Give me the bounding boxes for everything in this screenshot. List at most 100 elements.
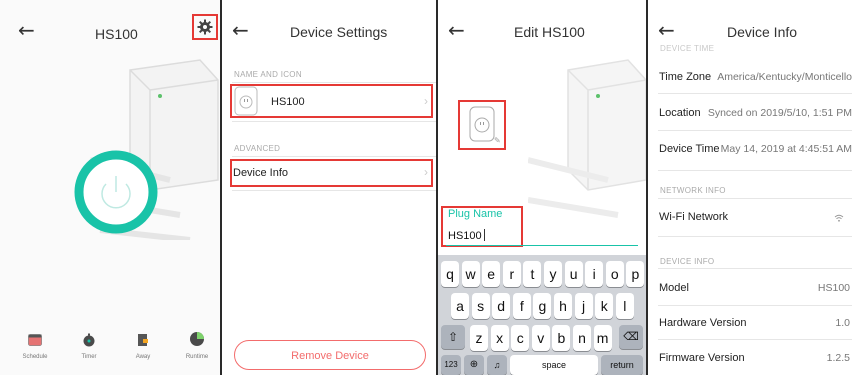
key-d[interactable]: d	[492, 293, 511, 319]
plug-name-input[interactable]: HS100	[446, 226, 638, 246]
key-l[interactable]: l	[615, 293, 634, 319]
return-key[interactable]: return	[601, 355, 643, 375]
key-s[interactable]: s	[471, 293, 490, 319]
remove-device-label: Remove Device	[291, 350, 369, 362]
key-j[interactable]: j	[574, 293, 593, 319]
back-arrow-icon[interactable]: ←	[448, 20, 465, 40]
key-i[interactable]: i	[585, 261, 604, 287]
divider	[232, 156, 436, 157]
page-title: Device Info	[727, 24, 798, 40]
nav-label: Runtime	[185, 354, 209, 360]
nav-label: Timer	[81, 354, 97, 360]
backspace-key[interactable]: ⌫	[619, 325, 643, 349]
key-z[interactable]: z	[470, 325, 488, 351]
divider	[658, 305, 852, 306]
key-h[interactable]: h	[554, 293, 572, 319]
key-q[interactable]: q	[441, 261, 459, 287]
divider	[232, 190, 436, 191]
nav-label: Away	[135, 354, 151, 360]
info-row-location: Location Synced on 2019/5/10, 1:51 PM	[648, 95, 852, 131]
mic-key[interactable]: ♫	[487, 355, 507, 375]
row-value: America/Kentucky/Monticello	[717, 71, 852, 83]
pie-chart-icon	[190, 332, 204, 346]
info-row-timezone: Time Zone America/Kentucky/Monticello	[648, 58, 852, 94]
nav-timer[interactable]: Timer	[72, 333, 106, 360]
edit-pencil-icon[interactable]: ✎	[494, 136, 501, 145]
divider	[658, 130, 852, 131]
panel-device-control: ← HS100 Schedule Timer Away Runtime	[0, 0, 220, 375]
back-arrow-icon[interactable]: ←	[658, 20, 675, 40]
key-u[interactable]: u	[564, 261, 583, 287]
divider	[658, 93, 852, 94]
key-k[interactable]: k	[595, 293, 614, 319]
key-t[interactable]: t	[523, 261, 542, 287]
divider	[658, 198, 852, 199]
back-arrow-icon[interactable]: ←	[18, 20, 35, 40]
shift-key[interactable]: ⇧	[441, 325, 465, 349]
globe-key[interactable]: ⊕	[464, 355, 484, 375]
row-value: HS100	[817, 282, 850, 294]
key-g[interactable]: g	[533, 293, 552, 319]
section-advanced: ADVANCED	[234, 144, 281, 153]
stopwatch-icon	[83, 333, 95, 347]
key-a[interactable]: a	[451, 293, 469, 319]
nav-runtime[interactable]: Runtime	[180, 331, 214, 360]
device-name-highlight	[230, 84, 433, 118]
panel-device-info: ← Device Info DEVICE TIME Time Zone Amer…	[648, 0, 852, 375]
remove-device-button[interactable]: Remove Device	[234, 340, 426, 370]
row-value: Synced on 2019/5/10, 1:51 PM	[707, 107, 852, 119]
info-row-firmware: Firmware Version 1.2.5	[648, 341, 852, 373]
plug-name-value: HS100	[448, 230, 482, 242]
divider	[658, 170, 852, 171]
key-b[interactable]: b	[552, 325, 571, 351]
key-r[interactable]: r	[502, 261, 521, 287]
wifi-icon	[834, 214, 844, 222]
info-row-wifi: Wi-Fi Network	[648, 200, 852, 234]
gear-icon[interactable]	[197, 19, 213, 35]
nav-away[interactable]: Away	[126, 333, 160, 360]
divider	[658, 236, 852, 237]
space-key[interactable]: space	[510, 355, 598, 375]
panel-device-settings: ← Device Settings NAME AND ICON HS100 › …	[222, 0, 436, 375]
power-button[interactable]	[72, 148, 160, 236]
row-label: Device Time	[659, 143, 720, 155]
key-w[interactable]: w	[461, 261, 480, 287]
divider	[658, 339, 852, 340]
key-x[interactable]: x	[490, 325, 509, 351]
plug-name-label: Plug Name	[448, 208, 503, 220]
key-f[interactable]: f	[512, 293, 531, 319]
row-label: Hardware Version	[659, 317, 747, 329]
row-value: 1.0	[835, 317, 850, 329]
away-icon	[138, 334, 148, 346]
plug-illustration	[528, 59, 646, 218]
key-y[interactable]: y	[544, 261, 562, 287]
plug-icon[interactable]	[469, 106, 495, 142]
key-v[interactable]: v	[531, 325, 550, 351]
key-c[interactable]: c	[511, 325, 530, 351]
panel-edit-device: ← Edit HS100 ✎ Plug Name HS100 qwertyuio…	[438, 0, 646, 375]
key-p[interactable]: p	[626, 261, 645, 287]
row-label: Location	[659, 107, 701, 119]
key-o[interactable]: o	[605, 261, 624, 287]
text-cursor	[484, 229, 485, 241]
numbers-key[interactable]: 123	[441, 355, 461, 375]
key-e[interactable]: e	[482, 261, 501, 287]
keyboard: qwertyuiop asdfghjkl zxcvbnm ⇧ ⌫ 123 ⊕ ♫…	[438, 255, 646, 375]
back-arrow-icon[interactable]: ←	[232, 20, 249, 40]
section-network-info: NETWORK INFO	[660, 186, 726, 195]
divider	[658, 268, 852, 269]
key-n[interactable]: n	[573, 325, 591, 351]
row-value: May 14, 2019 at 4:45:51 AM	[720, 143, 852, 155]
device-info-highlight	[230, 159, 433, 187]
key-m[interactable]: m	[593, 325, 612, 351]
nav-schedule[interactable]: Schedule	[18, 333, 52, 360]
divider	[232, 82, 436, 83]
bottom-nav: Schedule Timer Away Runtime	[0, 325, 220, 375]
section-device-time: DEVICE TIME	[660, 44, 715, 53]
info-row-model: Model HS100	[648, 270, 852, 304]
row-label: Time Zone	[659, 71, 712, 83]
device-title: HS100	[95, 26, 138, 42]
calendar-icon	[28, 334, 42, 346]
row-value: 1.2.5	[826, 352, 850, 364]
page-title: Device Settings	[290, 24, 388, 40]
